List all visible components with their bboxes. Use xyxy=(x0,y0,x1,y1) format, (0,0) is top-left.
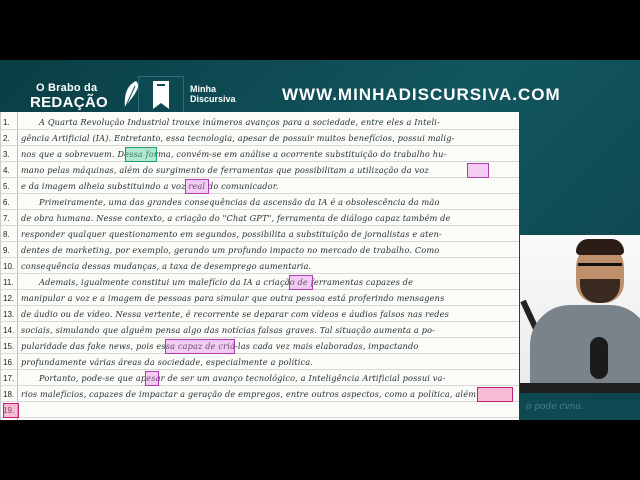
line-number: 12. xyxy=(3,294,15,303)
brand-line2: REDAÇÃO xyxy=(30,94,108,111)
line-number: 3. xyxy=(3,150,10,159)
essay-line: dentes de marketing, por exemplo, gerand… xyxy=(21,245,440,255)
ruled-line xyxy=(1,193,519,194)
essay-line: nos que a sobrevuem. Dessa forma, convém… xyxy=(21,149,447,159)
ruled-line xyxy=(1,417,519,418)
ruled-line xyxy=(1,385,519,386)
line-number: 16. xyxy=(3,358,15,367)
line-number: 14. xyxy=(3,326,15,335)
ruled-line xyxy=(1,145,519,146)
ruled-line xyxy=(1,289,519,290)
essay-line: manipular a voz e a imagem de pessoas pa… xyxy=(21,293,445,303)
essay-line: consequência dessas mudanças, a taxa de … xyxy=(21,261,312,271)
essay-line: A Quarta Revolução Industrial trouxe inú… xyxy=(39,117,440,127)
background-handwriting: o pode cvno. xyxy=(526,402,584,412)
essay-line: pularidade das fake news, pois essa capa… xyxy=(21,341,419,351)
ruled-line xyxy=(1,305,519,306)
correction-highlight xyxy=(3,403,19,418)
webcam-bottom-bar xyxy=(520,383,640,393)
line-number: 9. xyxy=(3,246,10,255)
essay-line: de áudio ou de vídeo. Nessa vertente, é … xyxy=(21,309,449,319)
presenter-glasses xyxy=(578,263,622,276)
essay-line: Ademais, igualmente constitui um malefíc… xyxy=(39,277,414,287)
ruled-line xyxy=(1,257,519,258)
correction-highlight xyxy=(477,387,513,402)
ruled-line xyxy=(1,353,519,354)
line-number: 15. xyxy=(3,342,15,351)
correction-highlight xyxy=(165,339,235,354)
essay-line: rios malefícios, capazes de impactar a g… xyxy=(21,389,477,399)
presenter-hair xyxy=(576,239,624,255)
logo-line1: Minha xyxy=(190,84,216,94)
essay-sheet: 1. A Quarta Revolução Industrial trouxe i… xyxy=(0,112,519,420)
line-number: 1. xyxy=(3,118,10,127)
ruled-line xyxy=(1,129,519,130)
essay-line: mano pelas máquinas, além do surgimento … xyxy=(21,165,429,175)
logo-line2: Discursiva xyxy=(190,94,236,104)
essay-line: Primeiramente, uma das grandes consequên… xyxy=(39,197,440,207)
line-number: 7. xyxy=(3,214,10,223)
minha-discursiva-logo-text: Minha Discursiva xyxy=(190,84,236,104)
ruled-line xyxy=(1,241,519,242)
minha-discursiva-logo-box xyxy=(138,76,184,114)
correction-highlight xyxy=(145,371,159,386)
line-number: 2. xyxy=(3,134,10,143)
line-number: 4. xyxy=(3,166,10,175)
correction-highlight xyxy=(185,179,209,194)
essay-line: responder qualquer questionamento em seg… xyxy=(21,229,442,239)
ruled-line xyxy=(1,209,519,210)
site-url[interactable]: WWW.MINHADISCURSIVA.COM xyxy=(282,85,561,105)
ruled-line xyxy=(1,273,519,274)
brand-line1: O Brabo da xyxy=(36,82,98,94)
presenter-shirt xyxy=(530,305,640,393)
ruled-line xyxy=(1,225,519,226)
line-number: 13. xyxy=(3,310,15,319)
pen-logo-icon xyxy=(153,81,169,109)
essay-line: Portanto, pode-se que apesar de ser um a… xyxy=(39,373,446,383)
essay-line: gência Artificial (IA). Entretanto, essa… xyxy=(21,133,455,143)
correction-highlight xyxy=(289,275,313,290)
line-number: 10. xyxy=(3,262,15,271)
ruled-line xyxy=(1,321,519,322)
brand-o-brabo-da-redacao: O Brabo da REDAÇÃO xyxy=(30,80,139,116)
ruled-line xyxy=(1,369,519,370)
line-number: 8. xyxy=(3,230,10,239)
webcam-overlay xyxy=(520,235,640,393)
video-frame: O Brabo da REDAÇÃO Minha Discursiva WWW.… xyxy=(0,60,640,420)
line-number: 18. xyxy=(3,390,15,399)
essay-line: sociais, simulando que alguém pensa algo… xyxy=(21,325,436,335)
essay-line: profundamente várias áreas da sociedade,… xyxy=(21,357,314,367)
essay-line: e da imagem alheia substituindo a voz re… xyxy=(21,181,279,191)
correction-highlight xyxy=(125,147,157,162)
line-number: 6. xyxy=(3,198,10,207)
background-sheet-edge: o pode cvno. xyxy=(520,400,640,420)
ruled-line xyxy=(1,337,519,338)
line-number: 11. xyxy=(3,278,14,287)
ruled-line xyxy=(1,161,519,162)
line-number: 5. xyxy=(3,182,10,191)
ruled-line xyxy=(1,401,519,402)
essay-line: de obra humana. Nesse contexto, a criaçã… xyxy=(21,213,451,223)
line-number: 17. xyxy=(3,374,15,383)
ruled-line xyxy=(1,177,519,178)
microphone-icon xyxy=(590,337,608,379)
correction-highlight xyxy=(467,163,489,178)
